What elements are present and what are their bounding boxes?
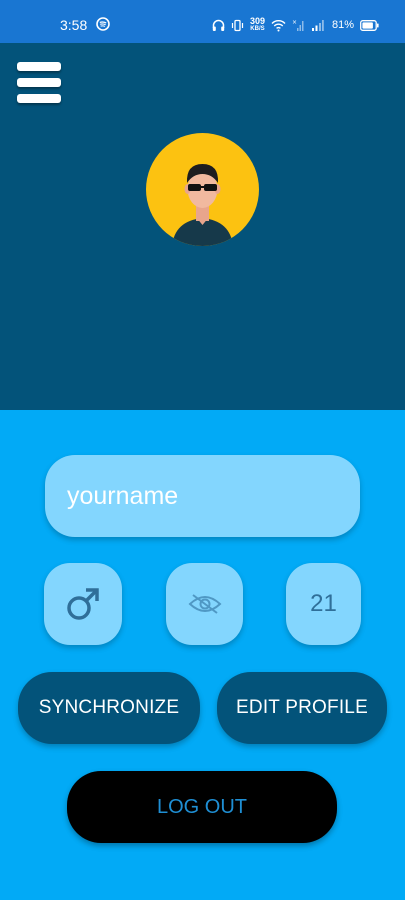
network-speed-unit: KB/S xyxy=(250,26,265,32)
avatar[interactable] xyxy=(146,133,259,246)
signal-no-service-icon: × xyxy=(292,19,304,31)
eye-off-icon xyxy=(188,594,221,614)
edit-profile-button[interactable]: EDIT PROFILE xyxy=(217,672,387,744)
wifi-icon xyxy=(271,19,286,31)
network-speed: 309 KB/S xyxy=(250,17,265,33)
signal-icon xyxy=(311,19,324,31)
age-value: 21 xyxy=(310,590,337,617)
spotify-icon xyxy=(96,17,110,31)
visibility-toggle[interactable] xyxy=(166,563,243,645)
vibrate-icon xyxy=(231,19,244,31)
synchronize-button[interactable]: SYNCHRONIZE xyxy=(18,672,200,744)
headphones-icon xyxy=(212,19,225,31)
battery-icon xyxy=(360,19,379,31)
edit-profile-label: EDIT PROFILE xyxy=(236,697,368,718)
status-bar: 3:58 309 KB/S × 81% xyxy=(0,0,405,43)
network-speed-value: 309 xyxy=(249,16,265,26)
status-icons: 309 KB/S × 81% xyxy=(212,16,379,34)
logout-button[interactable]: LOG OUT xyxy=(67,771,337,843)
logout-label: LOG OUT xyxy=(156,795,247,818)
svg-text:×: × xyxy=(292,19,297,26)
male-symbol-icon xyxy=(67,588,99,620)
hamburger-menu-icon[interactable] xyxy=(17,62,61,104)
gender-button[interactable] xyxy=(44,563,122,645)
synchronize-label: SYNCHRONIZE xyxy=(38,697,180,718)
age-button[interactable]: 21 xyxy=(286,563,361,645)
battery-percent: 81% xyxy=(331,19,354,31)
name-field[interactable] xyxy=(45,455,360,537)
status-time: 3:58 xyxy=(60,17,88,33)
